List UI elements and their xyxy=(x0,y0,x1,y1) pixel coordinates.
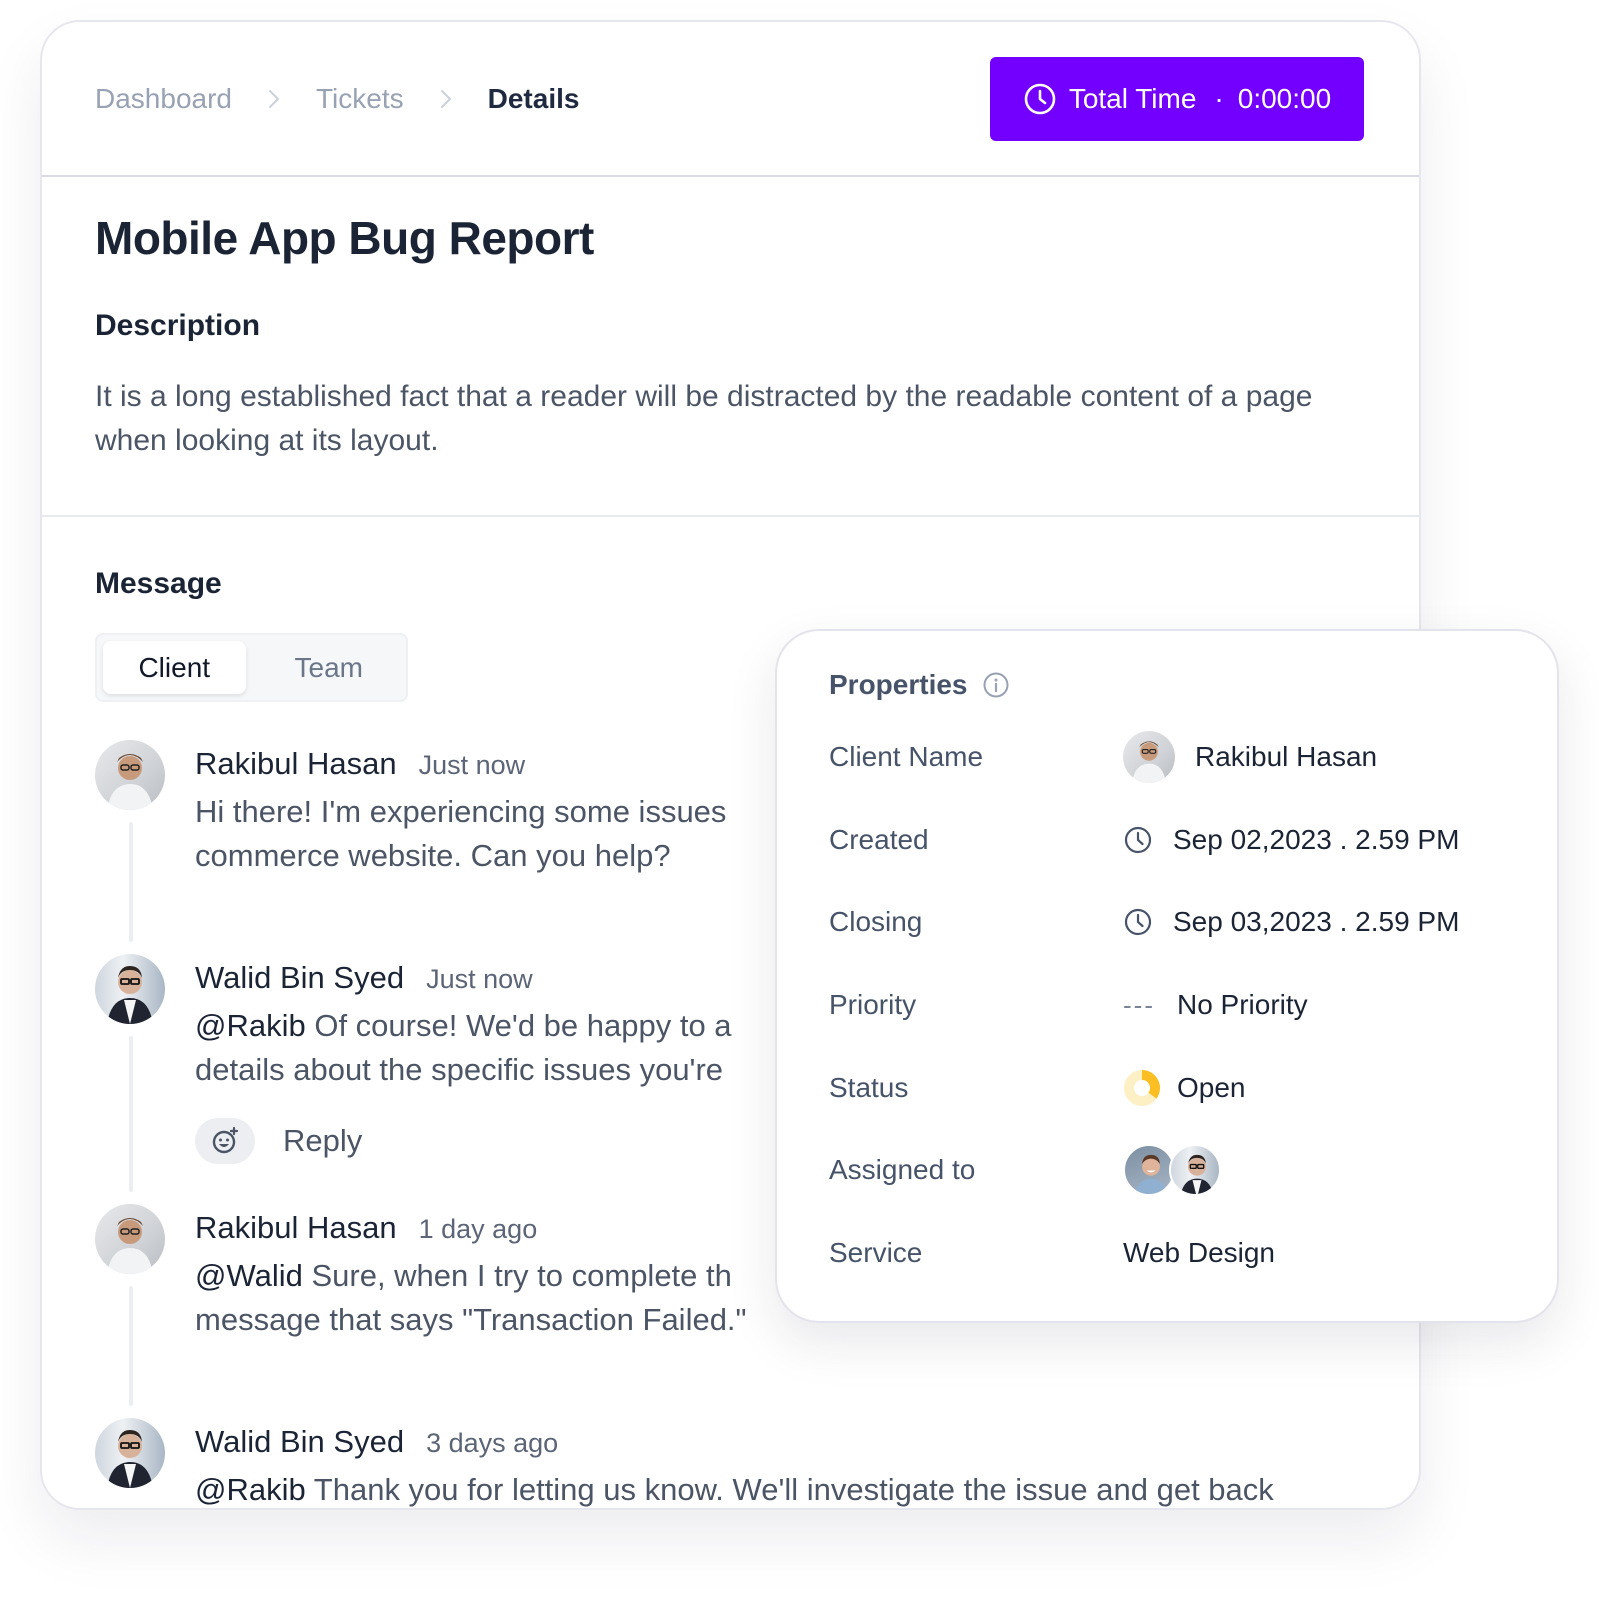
client-avatar[interactable] xyxy=(1123,731,1175,784)
breadcrumb-details: Details xyxy=(487,82,580,114)
avatar[interactable] xyxy=(95,1418,165,1488)
property-label: Created xyxy=(829,823,929,855)
total-time-button[interactable]: Total Time · 0:00:00 xyxy=(990,56,1364,141)
message-time: Just now xyxy=(418,750,526,780)
mention-link[interactable]: @Rakib xyxy=(195,1008,306,1043)
message-author[interactable]: Walid Bin Syed xyxy=(195,960,404,996)
message-line: Thank you for letting us know. We'll inv… xyxy=(305,1472,1274,1507)
total-time-value: 0:00:00 xyxy=(1237,82,1332,114)
created-value[interactable]: Sep 02,2023 . 2.59 PM xyxy=(1173,824,1459,856)
thread-line xyxy=(129,822,133,942)
message-author[interactable]: Walid Bin Syed xyxy=(195,1424,404,1460)
thread-line xyxy=(129,1286,133,1406)
clock-icon xyxy=(1123,825,1173,855)
reply-button[interactable]: Reply xyxy=(283,1123,362,1159)
message-time: Just now xyxy=(426,964,533,994)
header: Dashboard Tickets Details Total Time · 0… xyxy=(42,22,1419,177)
property-label: Status xyxy=(829,1071,909,1103)
chevron-right-icon xyxy=(438,87,454,111)
message-author[interactable]: Rakibul Hasan xyxy=(195,746,397,782)
info-icon[interactable] xyxy=(982,671,1010,699)
status-progress-icon xyxy=(1123,1069,1177,1107)
message-tabs: Client Team xyxy=(95,633,408,702)
assignee-avatars[interactable] xyxy=(1123,1144,1221,1197)
message-text: @Rakib Thank you for letting us know. We… xyxy=(195,1468,1366,1508)
message-line: Of course! We'd be happy to a xyxy=(305,1008,732,1043)
ticket-title: Mobile App Bug Report xyxy=(95,212,594,264)
properties-title: Properties xyxy=(829,669,968,700)
properties-heading: Properties xyxy=(829,665,1557,705)
property-closing: Closing Sep 03,2023 . 2.59 PM xyxy=(829,881,1557,964)
total-time-separator: · xyxy=(1214,82,1224,114)
assignee-avatar[interactable] xyxy=(1123,1144,1175,1197)
property-priority: Priority --- No Priority xyxy=(829,964,1557,1047)
message-time: 1 day ago xyxy=(418,1214,538,1244)
property-label: Client Name xyxy=(829,741,984,773)
chevron-right-icon xyxy=(266,87,282,111)
property-client-name: Client Name Rakibul Hasan xyxy=(829,716,1557,799)
description-text: It is a long established fact that a rea… xyxy=(95,380,1313,457)
closing-value[interactable]: Sep 03,2023 . 2.59 PM xyxy=(1173,906,1459,938)
breadcrumb-tickets[interactable]: Tickets xyxy=(316,83,404,115)
message-time: 3 days ago xyxy=(426,1428,559,1458)
total-time-label: Total Time xyxy=(1068,82,1197,114)
avatar[interactable] xyxy=(95,1204,165,1274)
clock-icon xyxy=(1123,907,1173,937)
breadcrumb: Dashboard Tickets Details xyxy=(95,83,579,115)
property-service: Service Web Design xyxy=(829,1212,1557,1295)
avatar[interactable] xyxy=(95,954,165,1024)
message-line: Sure, when I try to complete th xyxy=(302,1258,732,1293)
properties-card: Properties Client Name Rakibul Hasan Cre… xyxy=(775,629,1559,1323)
avatar[interactable] xyxy=(95,740,165,810)
tab-team[interactable]: Team xyxy=(258,641,401,694)
property-assigned-to: Assigned to xyxy=(829,1129,1557,1212)
no-priority-icon: --- xyxy=(1123,989,1155,1020)
property-created: Created Sep 02,2023 . 2.59 PM xyxy=(829,799,1557,882)
emoji-add-icon xyxy=(209,1125,241,1157)
assignee-avatar[interactable] xyxy=(1169,1144,1221,1197)
mention-link[interactable]: @Rakib xyxy=(195,1472,306,1507)
status-value[interactable]: Open xyxy=(1177,1072,1246,1104)
property-status: Status Open xyxy=(829,1046,1557,1129)
client-name-value[interactable]: Rakibul Hasan xyxy=(1195,741,1377,773)
mention-link[interactable]: @Walid xyxy=(195,1258,303,1293)
message-author[interactable]: Rakibul Hasan xyxy=(195,1210,397,1246)
breadcrumb-dashboard[interactable]: Dashboard xyxy=(95,83,232,115)
tab-client[interactable]: Client xyxy=(103,641,246,694)
property-label: Priority xyxy=(829,989,917,1021)
thread-line xyxy=(129,1036,133,1192)
description-heading: Description xyxy=(95,309,261,342)
priority-value[interactable]: No Priority xyxy=(1177,989,1308,1021)
ticket-summary: Mobile App Bug Report Description It is … xyxy=(42,177,1419,517)
add-reaction-button[interactable] xyxy=(195,1118,255,1164)
property-label: Closing xyxy=(829,906,923,938)
service-value[interactable]: Web Design xyxy=(1123,1237,1275,1269)
status-ring-fill xyxy=(1141,1069,1160,1099)
clock-icon xyxy=(1023,82,1057,116)
property-label: Assigned to xyxy=(829,1154,976,1186)
property-label: Service xyxy=(829,1236,923,1268)
message-item: Walid Bin Syed 3 days ago @Rakib Thank y… xyxy=(95,1418,1366,1508)
message-heading: Message xyxy=(95,567,222,600)
